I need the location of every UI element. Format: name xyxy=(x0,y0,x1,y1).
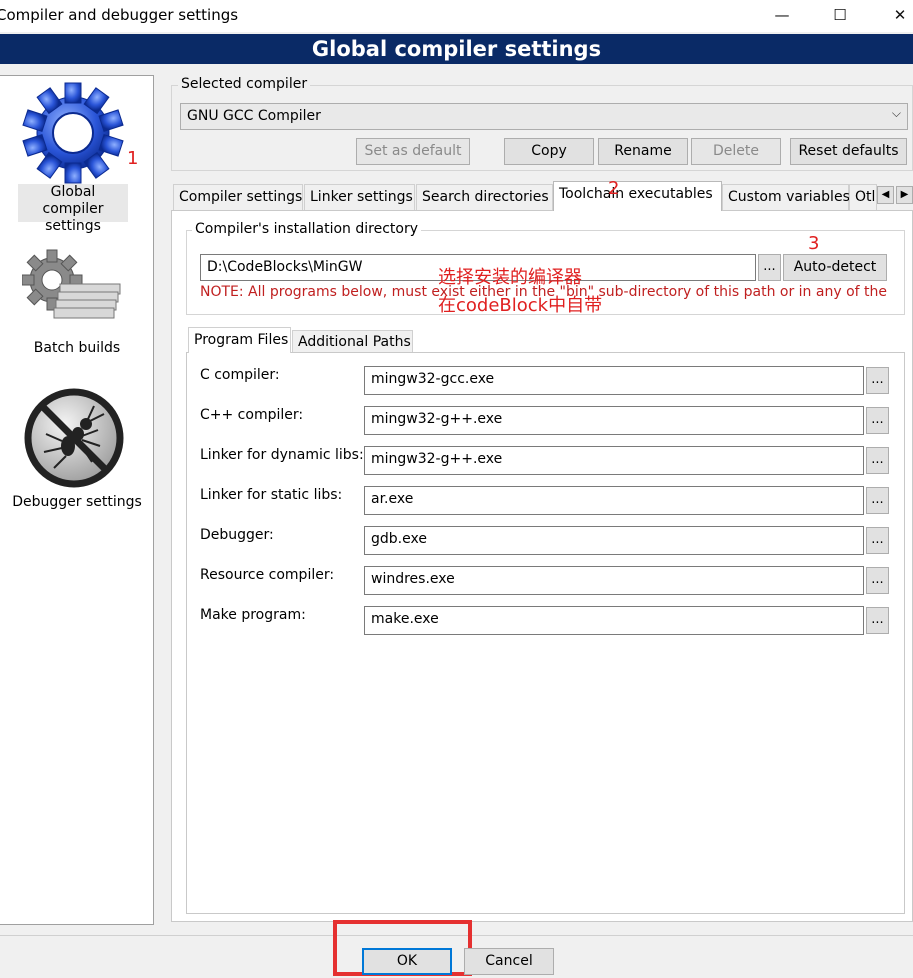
program-browse-button[interactable]: ... xyxy=(866,487,889,514)
cancel-button[interactable]: Cancel xyxy=(464,948,554,975)
program-input[interactable]: make.exe xyxy=(364,606,864,635)
tab-scroll-left-button[interactable]: ◀ xyxy=(877,186,894,204)
gear-icon xyxy=(20,81,130,191)
tab-compiler-settings[interactable]: Compiler settings xyxy=(173,184,303,210)
set-as-default-button[interactable]: Set as default xyxy=(356,138,470,165)
sidebar: 1 Global compiler settings Batch builds … xyxy=(0,75,154,925)
title-bar: Compiler and debugger settings — ☐ ✕ xyxy=(0,0,913,32)
copy-button[interactable]: Copy xyxy=(504,138,594,165)
install-dir-legend: Compiler's installation directory xyxy=(192,221,421,237)
program-input[interactable]: gdb.exe xyxy=(364,526,864,555)
page-title: Global compiler settings xyxy=(0,34,913,64)
batch-builds-icon xyxy=(21,248,127,328)
rename-button[interactable]: Rename xyxy=(598,138,688,165)
program-label: Linker for static libs: xyxy=(200,487,343,503)
tab-toolchain-executables[interactable]: Toolchain executables xyxy=(553,181,722,211)
ok-button[interactable]: OK xyxy=(362,948,452,975)
annotation-number-1: 1 xyxy=(127,148,139,169)
sidebar-item-debugger-settings[interactable]: Debugger settings xyxy=(0,494,154,511)
program-browse-button[interactable]: ... xyxy=(866,607,889,634)
subtab-additional-paths[interactable]: Additional Paths xyxy=(292,330,413,352)
program-input[interactable]: windres.exe xyxy=(364,566,864,595)
sidebar-item-batch-builds[interactable]: Batch builds xyxy=(0,340,154,357)
program-browse-button[interactable]: ... xyxy=(866,567,889,594)
debugger-icon xyxy=(22,386,127,491)
program-browse-button[interactable]: ... xyxy=(866,407,889,434)
auto-detect-button[interactable]: Auto-detect xyxy=(783,254,887,281)
maximize-button[interactable]: ☐ xyxy=(818,2,862,28)
window-title: Compiler and debugger settings xyxy=(0,6,239,24)
install-dir-browse-button[interactable]: ... xyxy=(758,254,781,281)
tab-linker-settings[interactable]: Linker settings xyxy=(304,184,415,210)
program-label: Debugger: xyxy=(200,527,274,543)
program-browse-button[interactable]: ... xyxy=(866,447,889,474)
annotation-text-bundled: 在codeBlock中自带 xyxy=(438,295,603,316)
delete-button[interactable]: Delete xyxy=(691,138,781,165)
tab-search-directories[interactable]: Search directories xyxy=(416,184,553,210)
sidebar-item-global-compiler-settings[interactable]: Global compiler settings xyxy=(18,184,128,234)
program-label: C++ compiler: xyxy=(200,407,304,423)
tab-scroll-right-button[interactable]: ▶ xyxy=(896,186,913,204)
annotation-number-3: 3 xyxy=(808,233,820,254)
program-browse-button[interactable]: ... xyxy=(866,527,889,554)
program-input[interactable]: mingw32-gcc.exe xyxy=(364,366,864,395)
chevron-down-icon: ⌵ xyxy=(891,106,901,120)
program-input[interactable]: mingw32-g++.exe xyxy=(364,446,864,475)
compiler-select-value: GNU GCC Compiler xyxy=(187,108,321,124)
program-browse-button[interactable]: ... xyxy=(866,367,889,394)
reset-defaults-button[interactable]: Reset defaults xyxy=(790,138,907,165)
selected-compiler-legend: Selected compiler xyxy=(178,76,311,92)
tab-other[interactable]: Otl xyxy=(849,184,877,210)
annotation-text-select-compiler: 选择安装的编译器 xyxy=(438,267,582,288)
minimize-button[interactable]: — xyxy=(760,2,804,28)
program-label: Linker for dynamic libs: xyxy=(200,447,364,463)
subtab-program-files[interactable]: Program Files xyxy=(188,327,291,353)
program-input[interactable]: mingw32-g++.exe xyxy=(364,406,864,435)
tab-custom-variables[interactable]: Custom variables xyxy=(722,184,850,210)
compiler-select[interactable]: GNU GCC Compiler ⌵ xyxy=(180,103,908,130)
close-button[interactable]: ✕ xyxy=(878,2,913,28)
program-label: C compiler: xyxy=(200,367,280,383)
program-label: Resource compiler: xyxy=(200,567,335,583)
program-label: Make program: xyxy=(200,607,306,623)
annotation-number-2: 2 xyxy=(608,178,620,199)
program-input[interactable]: ar.exe xyxy=(364,486,864,515)
